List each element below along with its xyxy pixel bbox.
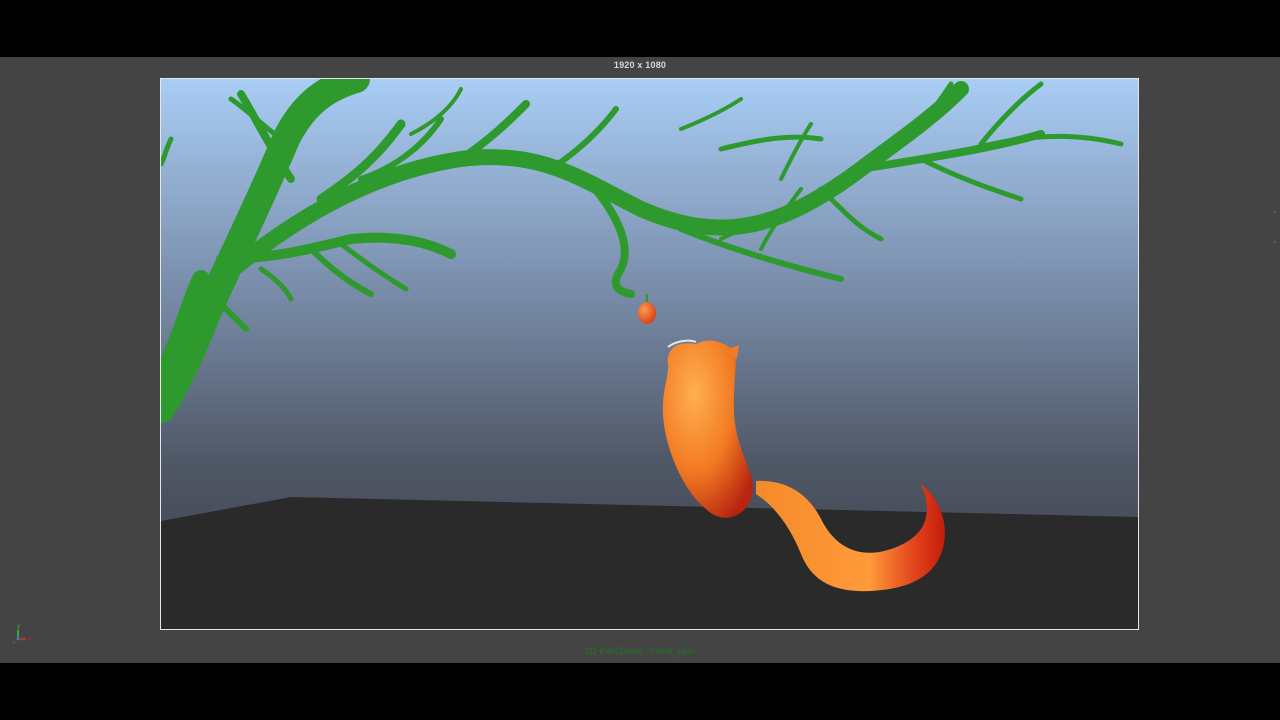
scroll-tick: [1274, 211, 1276, 213]
bottom-letterbox: [0, 663, 1280, 720]
scroll-tick: [1274, 241, 1276, 243]
maya-viewport[interactable]: 1920 x 1080 y z x 2D Pan/Zoom: Front_ca…: [0, 57, 1280, 663]
axis-gizmo-icon: y z x: [13, 624, 31, 645]
axis-label-y: y: [17, 624, 20, 630]
scene-render: [161, 79, 1138, 629]
resolution-gate: [160, 78, 1139, 630]
camera-label: 2D Pan/Zoom : Front_cam: [584, 646, 696, 656]
axis-label-x: x: [28, 637, 31, 643]
axis-label-z: z: [13, 640, 16, 645]
ground: [161, 497, 1138, 629]
resolution-label: 1920 x 1080: [613, 60, 667, 70]
top-letterbox: [0, 0, 1280, 57]
